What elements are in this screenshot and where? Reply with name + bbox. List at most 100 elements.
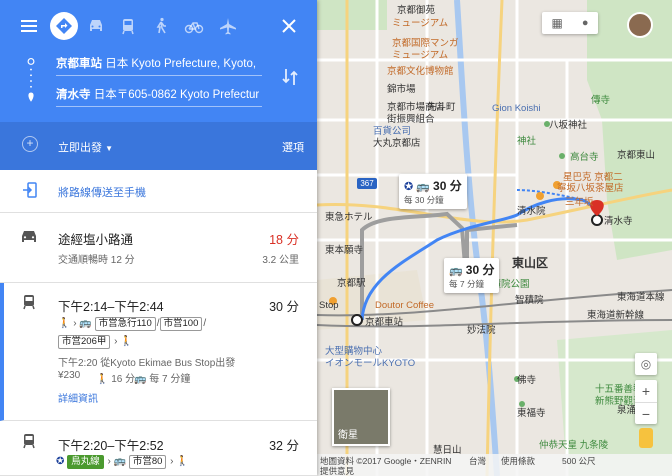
map-label: 妙法院 [467, 325, 496, 336]
callout-frequency: 每 30 分鐘 [404, 195, 444, 205]
map-label: 百貨公司 [373, 126, 412, 137]
directions-header: 京都車站 日本 Kyoto Prefecture, Kyoto, 清水寺 日本〒… [0, 0, 317, 170]
close-icon[interactable] [271, 8, 307, 44]
terms-link[interactable]: 使用條款 [501, 455, 535, 467]
mode-best-button[interactable] [46, 8, 82, 44]
avatar[interactable] [627, 12, 653, 38]
map-label: 星巴克 京都二 [563, 172, 623, 183]
map-label: 先斗町 [427, 102, 456, 113]
map-label: 京都東山 [617, 150, 656, 161]
transit-callout-1[interactable]: ✪ 🚌 30 分 每 30 分鐘 [399, 174, 467, 209]
mode-bike-icon[interactable] [176, 8, 212, 44]
map-label: 京都国際マンガ [392, 38, 459, 49]
walk-time-label: 16 分 [111, 374, 136, 385]
bus-icon: 🚌 [113, 456, 127, 467]
mode-walk-icon[interactable] [143, 8, 179, 44]
route-fare: ¥230 [58, 370, 81, 381]
map-label: 仲恭天皇 九条陵 [539, 440, 609, 451]
map-label: Stop [319, 300, 339, 311]
subway-icon: ✪ [56, 456, 65, 467]
map-canvas[interactable]: 京都御苑 ミュージアム 京都文化博物館 京都国際マンガ ミュージアム 錦市場 京… [317, 0, 672, 476]
walk-icon: 🚶 [176, 456, 189, 467]
feedback-link[interactable]: 提供意見 [320, 465, 354, 476]
subway-icon: ✪ [404, 181, 414, 193]
transit-small-icon: 🚌 [134, 374, 147, 385]
satellite-label: 衛星 [338, 430, 358, 441]
my-location-button[interactable]: ◎ [635, 353, 657, 375]
map-label: 錦市場 [387, 84, 416, 95]
bus-line-chip: 市営急行110 [94, 317, 156, 331]
region-link[interactable]: 台灣 [469, 455, 486, 467]
bus-line-chip: 市営80 [128, 455, 167, 469]
options-button[interactable]: 選項 [282, 139, 304, 155]
route-time-range: 下午2:20–下午2:52 [58, 439, 164, 453]
apps-grid-icon[interactable]: ▦ [552, 16, 563, 30]
depart-label: 立即出發 [58, 142, 102, 154]
map-label: 寧坂八坂茶屋店 [557, 183, 624, 194]
walk-icon: 🚶 [96, 374, 109, 385]
mode-transit-icon[interactable] [110, 8, 146, 44]
details-link[interactable]: 詳細資訊 [58, 390, 98, 405]
satellite-toggle[interactable]: 衛星 [332, 388, 390, 446]
mode-car-icon[interactable] [78, 8, 114, 44]
depart-now-dropdown[interactable]: 立即出發 ▼ [58, 139, 113, 155]
account-controls: ▦ ● [542, 12, 598, 34]
pegman-icon[interactable] [639, 428, 653, 448]
origin-input[interactable]: 京都車站 日本 Kyoto Prefecture, Kyoto, [56, 54, 262, 76]
bus-line-chip: 市営100 [159, 317, 203, 331]
route-option-transit-1[interactable]: 下午2:14–下午2:44 30 分 🚶 › 🚌 市営急行110/市営100/ … [0, 283, 317, 421]
transit-callout-2[interactable]: 🚌 30 分 每 7 分鐘 [444, 258, 500, 293]
map-label: 京都御苑 [397, 5, 436, 16]
map-label: 東急ホテル [325, 212, 373, 223]
map-label: 東海道本線 [617, 292, 665, 303]
notifications-icon[interactable]: ● [582, 17, 589, 29]
map-label: Gion Koishi [492, 103, 541, 114]
map-label: 傳寺 [591, 95, 611, 106]
add-stop-icon[interactable]: + [22, 136, 38, 152]
map-label: 佛寺 [517, 375, 537, 386]
directions-panel: 京都車站 日本 Kyoto Prefecture, Kyoto, 清水寺 日本〒… [0, 0, 317, 476]
subway-line-chip: 烏丸線 [67, 455, 104, 469]
route-duration: 30 分 [269, 300, 299, 314]
menu-icon[interactable] [11, 8, 47, 44]
swap-icon[interactable] [280, 66, 300, 88]
callout-duration: 30 分 [433, 179, 462, 193]
route-shield: 367 [357, 178, 377, 189]
transit-icon [20, 433, 38, 449]
map-label: 大型購物中心 [325, 346, 383, 357]
directions-icon [50, 12, 78, 40]
mode-flight-icon[interactable] [210, 8, 246, 44]
callout-frequency: 每 7 分鐘 [449, 279, 484, 289]
route-title: 途經塩小路通 [58, 233, 134, 247]
map-label: 京都駅 [337, 278, 366, 289]
route-option-drive[interactable]: 途經塩小路通 18 分 交通順暢時 12 分 3.2 公里 [0, 213, 317, 283]
map-label: 京都文化博物館 [387, 66, 454, 77]
route-steps-row2: 市営206甲 › 🚶 [58, 335, 133, 349]
route-frequency: 🚌 每 7 分鐘 [134, 370, 190, 385]
route-duration: 18 分 [269, 233, 299, 247]
zoom-out-button[interactable]: − [635, 402, 657, 424]
chevron-down-icon: ▼ [105, 144, 113, 153]
map-label: 智積院 [515, 295, 544, 306]
travel-mode-bar [0, 8, 317, 44]
map-label: 八坂神社 [549, 120, 588, 131]
zoom-controls: + − [635, 380, 657, 424]
send-to-phone[interactable]: 將路線傳送至手機 [0, 170, 317, 213]
zoom-in-button[interactable]: + [635, 380, 657, 402]
car-icon [20, 228, 38, 244]
walk-icon: 🚶 [58, 318, 71, 329]
callout-duration: 30 分 [465, 263, 495, 277]
route-duration: 32 分 [269, 439, 299, 453]
send-to-device-icon [22, 182, 38, 198]
route-steps-row1: 🚶 › 🚌 市営急行110/市営100/ [58, 317, 207, 331]
map-label: 三年坂 [565, 197, 594, 208]
map-label: 高台寺 [570, 152, 599, 163]
map-label: ミュージアム [392, 18, 449, 29]
map-label: ミュージアム [392, 50, 449, 61]
route-departure-info: 下午2:20 從Kyoto Ekimae Bus Stop出發 [58, 358, 236, 369]
destination-input[interactable]: 清水寺 日本〒605-0862 Kyoto Prefectur [56, 85, 262, 107]
map-label: 東海道新幹線 [587, 310, 645, 321]
route-distance: 3.2 公里 [262, 255, 299, 266]
route-option-transit-2[interactable]: 下午2:20–下午2:52 32 分 ✪ 烏丸線 › 🚌 市営80 › 🚶 [0, 421, 317, 476]
map-label: 京都車站 [365, 317, 404, 328]
